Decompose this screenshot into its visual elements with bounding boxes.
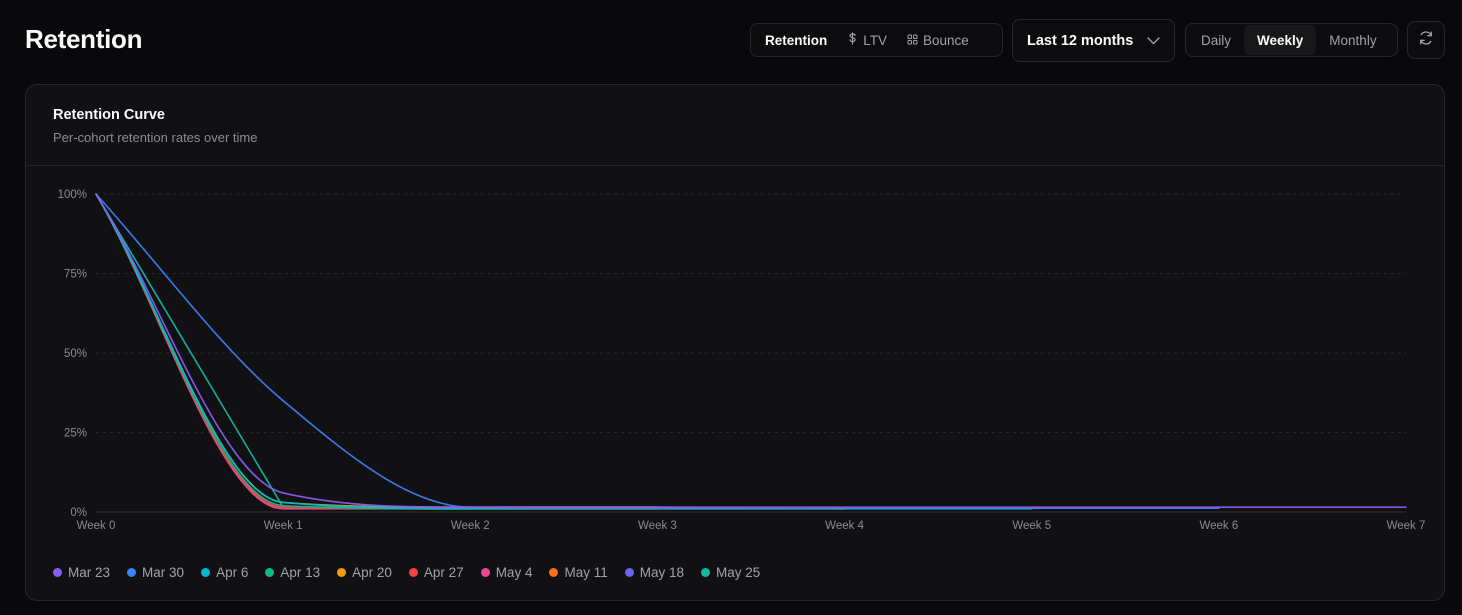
series-line-mar-30[interactable]	[95, 193, 1220, 509]
series-line-may-4[interactable]	[95, 193, 659, 510]
x-tick-label: Week 7	[1387, 520, 1426, 532]
legend-swatch	[265, 568, 275, 577]
legend-swatch	[337, 568, 347, 577]
tab-label: LTV	[863, 32, 888, 48]
legend-label: May 4	[495, 565, 533, 580]
legend-swatch	[624, 568, 634, 577]
tab-monthly[interactable]: Monthly	[1316, 25, 1389, 55]
grid-icon	[907, 33, 918, 48]
series-line-apr-6[interactable]	[95, 193, 1033, 509]
legend-swatch	[127, 568, 137, 577]
x-tick-label: Week 4	[825, 520, 864, 532]
x-tick-label: Week 0	[77, 520, 116, 532]
series-line-may-11[interactable]	[95, 193, 659, 509]
legend-label: Mar 23	[68, 565, 111, 580]
retention-chart: 0% 25% 50% 75% 100% Week 0 Week 1 Week 2 Week 3 W…	[58, 189, 1426, 532]
legend-item[interactable]: Apr 20	[337, 565, 392, 580]
legend-label: Mar 30	[142, 565, 185, 580]
legend-item[interactable]: Mar 23	[53, 565, 110, 580]
legend-item[interactable]: Mar 30	[127, 565, 184, 580]
legend-item[interactable]: May 11	[549, 565, 608, 580]
tab-daily[interactable]: Daily	[1188, 25, 1244, 55]
legend-item[interactable]: May 25	[701, 565, 760, 580]
legend-item[interactable]: May 4	[480, 565, 533, 580]
tab-label: Bounce	[923, 32, 969, 48]
series-line-may-25[interactable]	[95, 193, 284, 509]
dollar-icon	[847, 32, 858, 48]
refresh-icon	[1418, 30, 1434, 51]
tab-label: Retention	[765, 32, 828, 48]
series-line-apr-13[interactable]	[95, 193, 1033, 510]
series-line-apr-27[interactable]	[95, 193, 846, 510]
series-line-may-18[interactable]	[95, 193, 472, 510]
y-tick-label: 0%	[70, 507, 87, 519]
series-line-apr-20[interactable]	[95, 193, 846, 510]
y-tick-label: 100%	[58, 189, 87, 201]
legend-label: May 11	[564, 565, 608, 580]
legend-item[interactable]: Apr 13	[265, 565, 320, 580]
chart-legend: Mar 23 Mar 30 Apr 6 Apr 13 Apr 20 Apr 27 May 4…	[53, 565, 760, 580]
legend-label: Apr 20	[352, 565, 392, 580]
tab-retention[interactable]: Retention	[755, 27, 837, 53]
x-tick-label: Week 5	[1012, 520, 1051, 532]
date-range-label: Last 12 months	[1027, 32, 1134, 49]
legend-swatch	[408, 568, 418, 577]
legend-swatch	[480, 568, 490, 577]
tab-ltv[interactable]: LTV	[837, 27, 897, 53]
period-tabs: Daily Weekly Monthly	[1185, 23, 1398, 57]
legend-swatch	[701, 568, 711, 577]
legend-item[interactable]: May 18	[624, 565, 685, 580]
y-tick-label: 25%	[64, 428, 87, 440]
chevron-down-icon	[1147, 33, 1160, 49]
retention-card: Retention Curve Per-cohort retention rat…	[25, 84, 1445, 601]
legend-label: May 18	[639, 565, 685, 580]
legend-label: Apr 6	[216, 565, 249, 580]
legend-label: Apr 27	[423, 565, 464, 580]
legend-swatch	[549, 568, 559, 577]
x-tick-label: Week 3	[638, 520, 677, 532]
legend-label: May 25	[716, 565, 761, 580]
legend-swatch	[201, 568, 211, 577]
legend-item[interactable]: Apr 6	[201, 565, 248, 580]
x-tick-label: Week 2	[451, 520, 490, 532]
legend-swatch	[53, 568, 62, 577]
tab-weekly[interactable]: Weekly	[1244, 25, 1317, 55]
refresh-button[interactable]	[1407, 21, 1445, 59]
x-tick-label: Week 6	[1199, 520, 1238, 532]
y-tick-label: 50%	[64, 348, 87, 360]
metric-tabs: Retention LTV Bounce	[750, 23, 1003, 57]
legend-label: Apr 13	[280, 565, 321, 580]
y-tick-label: 75%	[64, 269, 87, 281]
x-tick-label: Week 1	[264, 520, 303, 532]
tab-bounce[interactable]: Bounce	[897, 27, 979, 53]
top-bar: Retention Retention LTV Bounce Last 12 m…	[0, 0, 1462, 84]
date-range-select[interactable]: Last 12 months	[1012, 19, 1175, 62]
legend-item[interactable]: Apr 27	[408, 565, 464, 580]
series-line-mar-23[interactable]	[95, 193, 1407, 509]
page-title: Retention	[25, 24, 143, 54]
